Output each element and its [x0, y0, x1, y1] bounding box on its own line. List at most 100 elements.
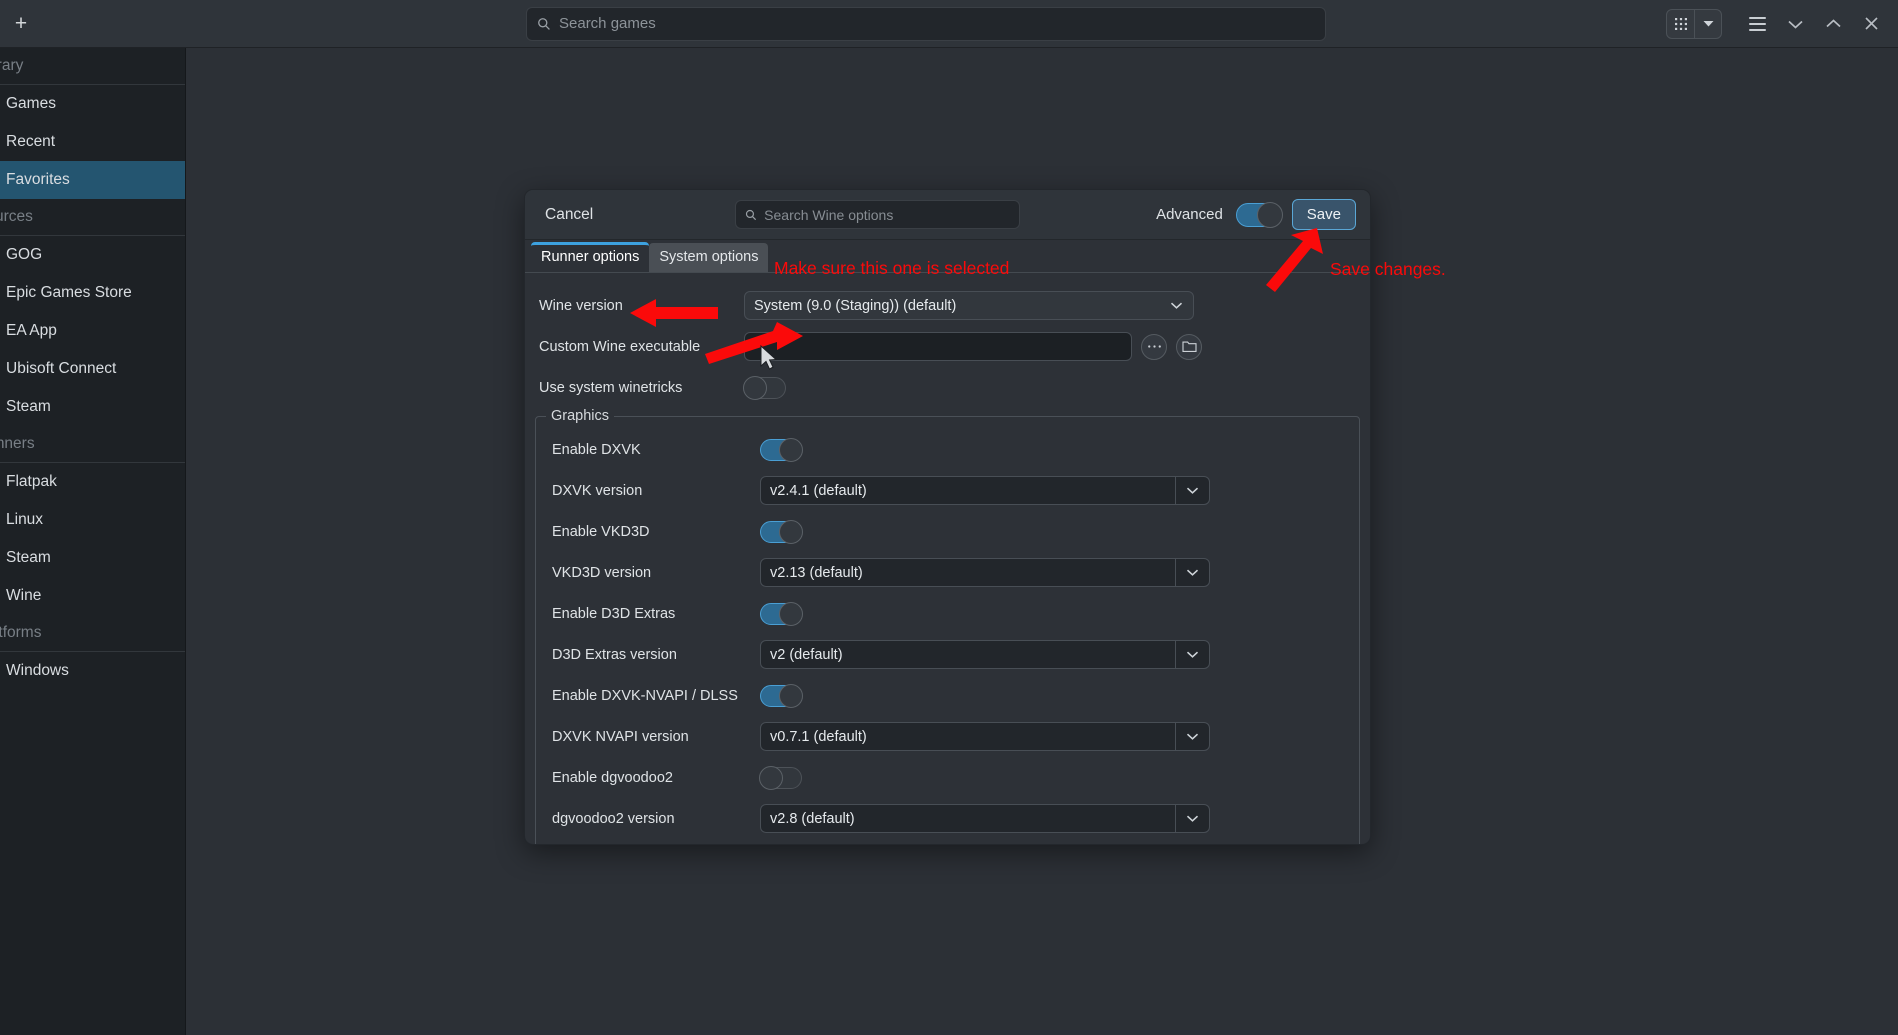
dxvk-version-value: v2.4.1 (default)	[770, 483, 867, 499]
sidebar-item-label: Flatpak	[6, 473, 57, 491]
sidebar-section-library: Library	[0, 48, 186, 85]
cancel-button[interactable]: Cancel	[539, 201, 599, 229]
folder-icon	[1182, 340, 1197, 353]
sidebar-item-ubisoft-connect[interactable]: Ubisoft Connect	[0, 350, 186, 388]
field-label: Wine version	[539, 298, 744, 314]
enable-dgvoodoo2-toggle[interactable]	[760, 767, 802, 789]
tab-system-options[interactable]: System options	[649, 243, 768, 272]
custom-wine-executable-input[interactable]	[744, 332, 1132, 361]
row-enable-vkd3d: Enable VKD3D	[536, 515, 1359, 548]
sidebar-item-gog[interactable]: GOG GOG	[0, 236, 186, 274]
search-wine-options-input[interactable]: Search Wine options	[735, 200, 1020, 229]
enable-vkd3d-toggle[interactable]	[760, 521, 802, 543]
chevron-down-icon	[1175, 641, 1209, 668]
row-label: Enable D3D Extras	[540, 606, 760, 622]
dxvk-version-combobox[interactable]: v2.4.1 (default)	[760, 476, 1210, 505]
window-maximize-button[interactable]	[1814, 5, 1852, 43]
window-minimize-icon	[1787, 18, 1804, 30]
dgvoodoo2-version-value: v2.8 (default)	[770, 811, 855, 827]
sidebar-item-steam-runner[interactable]: Steam	[0, 539, 186, 577]
row-dgvoodoo2-version: dgvoodoo2 version v2.8 (default)	[536, 802, 1359, 835]
grid-view-button[interactable]	[1667, 9, 1694, 39]
row-label: Enable dgvoodoo2	[540, 770, 760, 786]
row-label: dgvoodoo2 version	[540, 811, 760, 827]
sidebar-item-label: Recent	[6, 133, 55, 151]
enable-dxvk-toggle[interactable]	[760, 439, 802, 461]
window-maximize-icon	[1825, 18, 1842, 30]
search-games-input[interactable]: Search games	[526, 7, 1326, 41]
sidebar-item-steam-source[interactable]: Steam	[0, 388, 186, 426]
field-wine-version: Wine version System (9.0 (Staging)) (def…	[525, 289, 1370, 322]
sidebar-section-platforms: Platforms	[0, 615, 186, 652]
toggle-knob	[779, 520, 803, 544]
use-system-winetricks-toggle[interactable]	[744, 377, 786, 399]
vkd3d-version-combobox[interactable]: v2.13 (default)	[760, 558, 1210, 587]
d3d-extras-version-combobox[interactable]: v2 (default)	[760, 640, 1210, 669]
app-window: + Search games	[0, 0, 1898, 1035]
browse-more-button[interactable]	[1141, 334, 1167, 360]
sidebar-item-label: Linux	[6, 511, 43, 529]
sidebar-item-linux[interactable]: Linux	[0, 501, 186, 539]
wine-version-value: System (9.0 (Staging)) (default)	[754, 298, 956, 314]
field-custom-wine-executable: Custom Wine executable	[525, 330, 1370, 363]
sidebar-item-label: Ubisoft Connect	[6, 360, 116, 378]
sidebar: Library Games Recent Favorites So	[0, 48, 186, 1035]
sidebar-item-recent[interactable]: Recent	[0, 123, 186, 161]
sidebar-item-label: Games	[6, 95, 56, 113]
row-d3d-extras-version: D3D Extras version v2 (default)	[536, 638, 1359, 671]
row-label: Enable DXVK	[540, 442, 760, 458]
header-center: Search games	[186, 7, 1666, 41]
sidebar-item-games[interactable]: Games	[0, 85, 186, 123]
search-games-placeholder: Search games	[559, 15, 656, 32]
tab-runner-options[interactable]: Runner options	[531, 242, 649, 272]
toggle-knob	[1257, 202, 1283, 228]
chevron-down-icon	[1175, 559, 1209, 586]
dgvoodoo2-version-combobox[interactable]: v2.8 (default)	[760, 804, 1210, 833]
enable-dxvk-nvapi-toggle[interactable]	[760, 685, 802, 707]
sidebar-item-wine[interactable]: Wine	[0, 577, 186, 615]
header-left: +	[0, 7, 186, 41]
toggle-knob	[779, 438, 803, 462]
row-enable-dgvoodoo2: Enable dgvoodoo2	[536, 761, 1359, 794]
dxvk-nvapi-version-combobox[interactable]: v0.7.1 (default)	[760, 722, 1210, 751]
runner-options-form: Wine version System (9.0 (Staging)) (def…	[525, 273, 1370, 845]
main-menu-button[interactable]	[1738, 5, 1776, 43]
chevron-down-icon	[1175, 805, 1209, 832]
sidebar-item-label: Favorites	[6, 171, 70, 189]
search-icon	[537, 17, 551, 31]
add-game-button[interactable]: +	[4, 7, 38, 41]
d3d-extras-version-value: v2 (default)	[770, 647, 843, 663]
window-minimize-button[interactable]	[1776, 5, 1814, 43]
toggle-knob	[779, 684, 803, 708]
header-bar: + Search games	[0, 0, 1898, 48]
hamburger-menu-icon	[1749, 17, 1766, 31]
enable-d3d-extras-toggle[interactable]	[760, 603, 802, 625]
grid-view-icon	[1674, 17, 1688, 31]
open-folder-button[interactable]	[1176, 334, 1202, 360]
toggle-knob	[743, 376, 767, 400]
view-options-dropdown-button[interactable]	[1694, 9, 1721, 39]
dxvk-nvapi-version-value: v0.7.1 (default)	[770, 729, 867, 745]
search-wine-options-placeholder: Search Wine options	[764, 207, 893, 223]
sidebar-item-ea-app[interactable]: EA App	[0, 312, 186, 350]
save-button[interactable]: Save	[1292, 199, 1356, 230]
row-enable-dxvk: Enable DXVK	[536, 433, 1359, 466]
toggle-knob	[779, 602, 803, 626]
window-close-button[interactable]	[1852, 5, 1890, 43]
field-use-system-winetricks: Use system winetricks	[525, 371, 1370, 404]
sidebar-item-label: Steam	[6, 549, 51, 567]
dialog-tabs: Runner options System options	[525, 240, 1370, 273]
sidebar-item-epic-games-store[interactable]: EPIC Epic Games Store	[0, 274, 186, 312]
row-dxvk-nvapi-version: DXVK NVAPI version v0.7.1 (default)	[536, 720, 1359, 753]
chevron-down-icon	[1175, 477, 1209, 504]
sidebar-item-windows[interactable]: Windows	[0, 652, 186, 690]
sidebar-item-flatpak[interactable]: Flatpak	[0, 463, 186, 501]
advanced-toggle[interactable]	[1236, 203, 1282, 227]
chevron-down-icon	[1159, 292, 1193, 319]
window-close-icon	[1864, 16, 1879, 31]
row-enable-d3d-extras: Enable D3D Extras	[536, 597, 1359, 630]
wine-version-combobox[interactable]: System (9.0 (Staging)) (default)	[744, 291, 1194, 320]
sidebar-item-favorites[interactable]: Favorites	[0, 161, 186, 199]
header-right	[1666, 5, 1898, 43]
row-label: Enable DXVK-NVAPI / DLSS	[540, 688, 760, 704]
